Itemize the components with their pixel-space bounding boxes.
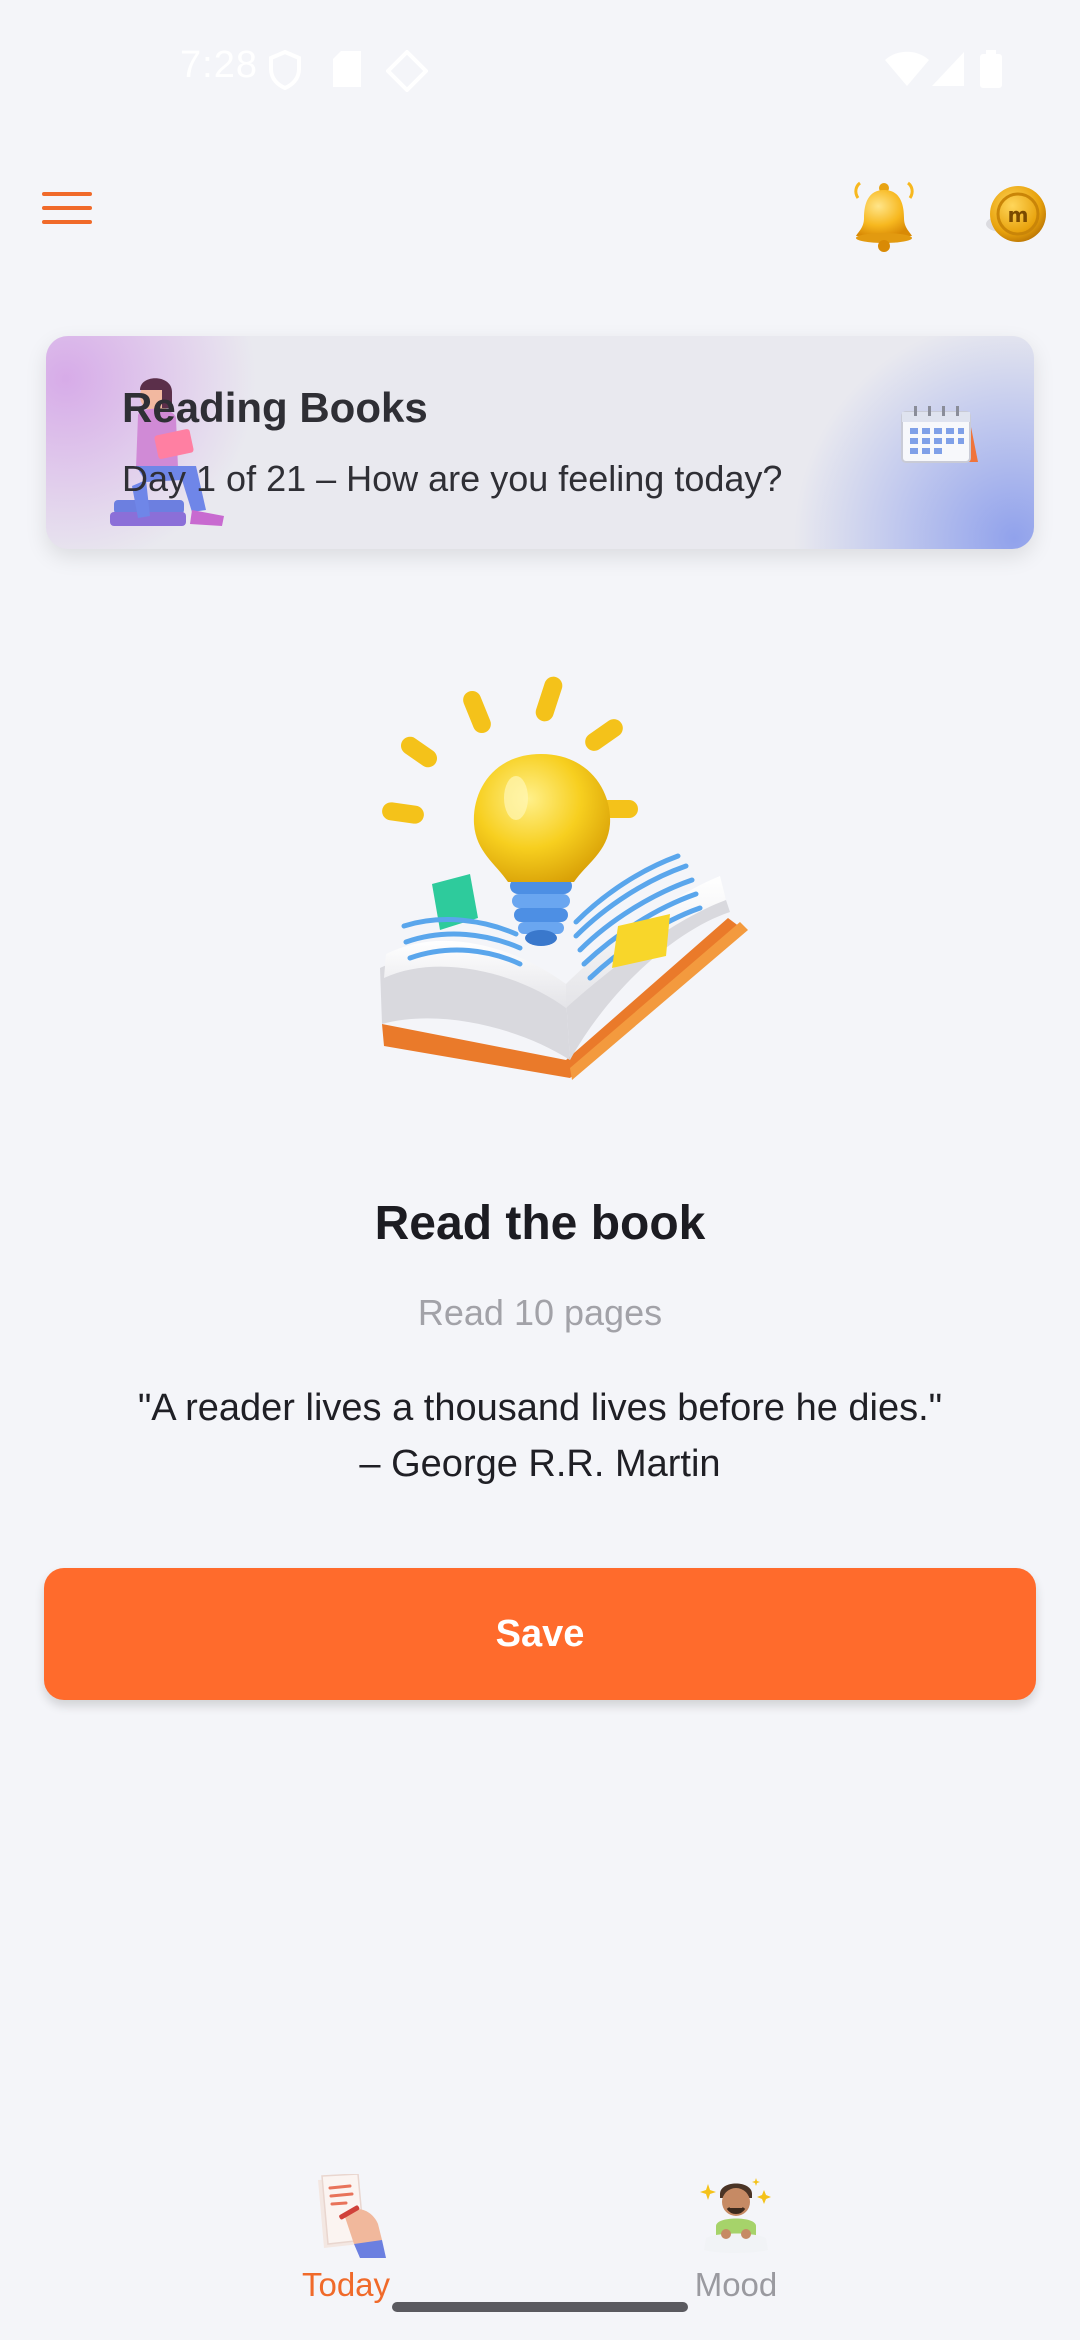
coin-icon: m	[986, 186, 1046, 242]
nav-label-mood: Mood	[694, 2266, 778, 2303]
nav-label-today: Today	[301, 2266, 391, 2303]
bell-icon	[854, 181, 914, 252]
sd-card-icon	[332, 50, 362, 88]
location-diamond-icon	[386, 50, 428, 92]
shield-icon	[268, 50, 302, 90]
home-indicator[interactable]	[392, 2302, 688, 2312]
today-journal-icon	[318, 2174, 386, 2258]
book-lightbulb-illustration	[380, 676, 748, 1080]
wifi-icon	[884, 50, 930, 88]
calendar-icon	[901, 406, 978, 463]
quote-author: – George R.R. Martin	[359, 1443, 721, 1485]
task-title: Read the book	[374, 1197, 706, 1250]
notifications-button[interactable]	[844, 176, 924, 256]
battery-icon	[980, 50, 1002, 88]
quote: "A reader lives a thousand lives before …	[0, 1380, 1080, 1492]
banner-subtitle: Day 1 of 21 – How are you feeling today?	[122, 458, 783, 499]
hamburger-menu-icon	[42, 192, 92, 224]
app-bar: m	[0, 160, 1080, 270]
challenge-banner[interactable]: Reading Books Day 1 of 21 – How are you …	[46, 336, 1034, 549]
status-bar: 7:28	[0, 0, 1080, 140]
svg-text:m: m	[1008, 203, 1029, 227]
bottom-navigation: Today Mood	[0, 2160, 1080, 2340]
save-button[interactable]: Save	[44, 1568, 1036, 1700]
quote-text: "A reader lives a thousand lives before …	[137, 1387, 943, 1429]
coins-button[interactable]: m	[978, 180, 1050, 252]
menu-button[interactable]	[40, 188, 112, 248]
signal-icon	[930, 50, 966, 88]
banner-title: Reading Books	[122, 384, 428, 431]
task-subtitle: Read 10 pages	[417, 1292, 663, 1333]
mood-meditation-icon	[700, 2178, 771, 2253]
status-time: 7:28	[180, 44, 258, 86]
